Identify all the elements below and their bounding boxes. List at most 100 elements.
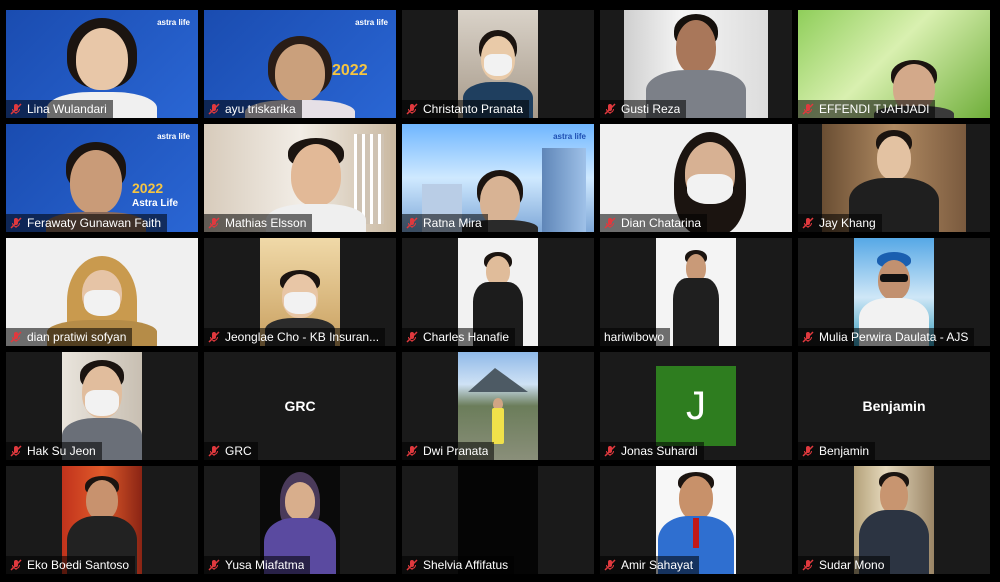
name-label: Mathias Elsson — [204, 214, 313, 232]
name-label: Jeonglae Cho - KB Insuran... — [204, 328, 386, 346]
name-label: Sudar Mono — [798, 556, 891, 574]
participant-tile[interactable]: Jay Khang — [798, 124, 990, 232]
participant-tile[interactable]: GRC GRC — [204, 352, 396, 460]
participant-tile[interactable]: J Jonas Suhardi — [600, 352, 792, 460]
mic-muted-icon — [604, 559, 616, 571]
participant-name: Eko Boedi Santoso — [27, 558, 130, 572]
participant-name: Amir Sahayat — [621, 558, 694, 572]
participant-name: Sudar Mono — [819, 558, 885, 572]
mic-muted-icon — [10, 217, 22, 229]
name-label: Jonas Suhardi — [600, 442, 704, 460]
name-label: Amir Sahayat — [600, 556, 700, 574]
participant-name: Jonas Suhardi — [621, 444, 698, 458]
mic-muted-icon — [406, 217, 418, 229]
mic-muted-icon — [208, 331, 220, 343]
mic-muted-icon — [802, 331, 814, 343]
mic-muted-icon — [208, 217, 220, 229]
name-label: hariwibowo — [600, 328, 671, 346]
name-label: Jay Khang — [798, 214, 882, 232]
participant-name: Dian Chatarina — [621, 216, 702, 230]
participant-name: Mathias Elsson — [225, 216, 307, 230]
name-label: Ferawaty Gunawan Faith — [6, 214, 168, 232]
participant-name: dian pratiwi sofyan — [27, 330, 127, 344]
name-label: GRC — [204, 442, 258, 460]
participant-name: Hak Su Jeon — [27, 444, 96, 458]
mic-muted-icon — [10, 559, 22, 571]
mic-muted-icon — [208, 103, 220, 115]
participant-name: Shelvia Affifatus — [423, 558, 509, 572]
participant-tile[interactable]: Sudar Mono — [798, 466, 990, 574]
name-label: Shelvia Affifatus — [402, 556, 515, 574]
astra-logo: astra life — [553, 132, 586, 141]
participant-tile[interactable]: Mathias Elsson — [204, 124, 396, 232]
participant-tile[interactable]: astra life 2022 Astra Life Ferawaty Guna… — [6, 124, 198, 232]
participant-name: EFFENDI TJAHJADI — [819, 102, 930, 116]
name-label: Christanto Pranata — [402, 100, 530, 118]
participant-name: Jay Khang — [819, 216, 876, 230]
participant-name: Jeonglae Cho - KB Insuran... — [225, 330, 380, 344]
participant-name: Benjamin — [819, 444, 870, 458]
participant-tile[interactable]: Eko Boedi Santoso — [6, 466, 198, 574]
participant-tile[interactable]: Mulia Perwira Daulata - AJS — [798, 238, 990, 346]
participant-tile[interactable]: Yusa Miafatma — [204, 466, 396, 574]
mic-muted-icon — [406, 559, 418, 571]
participant-tile[interactable]: Christanto Pranata — [402, 10, 594, 118]
participant-tile[interactable]: Dwi Pranata — [402, 352, 594, 460]
name-label: EFFENDI TJAHJADI — [798, 100, 936, 118]
participant-tile[interactable]: Hak Su Jeon — [6, 352, 198, 460]
name-label: Benjamin — [798, 442, 876, 460]
gallery-grid: astra life Lina Wulandari astra life 202… — [6, 10, 998, 580]
participant-name: Dwi Pranata — [423, 444, 489, 458]
participant-tile[interactable]: astra life Lina Wulandari — [6, 10, 198, 118]
participant-tile[interactable]: astra life 2022 ayu triskarika — [204, 10, 396, 118]
participant-tile[interactable]: dian pratiwi sofyan — [6, 238, 198, 346]
participant-name: Ferawaty Gunawan Faith — [27, 216, 162, 230]
participant-tile[interactable]: Charles Hanafie — [402, 238, 594, 346]
participant-name: ayu triskarika — [225, 102, 296, 116]
mic-muted-icon — [406, 331, 418, 343]
participant-name: Charles Hanafie — [423, 330, 510, 344]
name-label: Hak Su Jeon — [6, 442, 102, 460]
name-label: Eko Boedi Santoso — [6, 556, 136, 574]
participant-name: Yusa Miafatma — [225, 558, 305, 572]
participant-tile[interactable]: Jeonglae Cho - KB Insuran... — [204, 238, 396, 346]
participant-name: Ratna Mira — [423, 216, 482, 230]
name-label: Dwi Pranata — [402, 442, 495, 460]
avatar: J — [656, 366, 736, 446]
mic-muted-icon — [802, 103, 814, 115]
name-label: Charles Hanafie — [402, 328, 516, 346]
mic-muted-icon — [604, 103, 616, 115]
name-label: Dian Chatarina — [600, 214, 708, 232]
astra-logo: astra life — [157, 18, 190, 27]
participant-tile[interactable]: Dian Chatarina — [600, 124, 792, 232]
greeting-title: Astra Life — [132, 198, 179, 209]
participant-tile[interactable]: Amir Sahayat — [600, 466, 792, 574]
mic-muted-icon — [406, 103, 418, 115]
greeting-year: 2022 — [132, 180, 164, 196]
astra-logo: astra life — [355, 18, 388, 27]
mic-muted-icon — [604, 217, 616, 229]
participant-tile[interactable]: hariwibowo — [600, 238, 792, 346]
participant-name: Lina Wulandari — [27, 102, 107, 116]
name-label: Lina Wulandari — [6, 100, 113, 118]
participant-tile[interactable]: EFFENDI TJAHJADI — [798, 10, 990, 118]
participant-name: Christanto Pranata — [423, 102, 524, 116]
greeting-year: 2022 — [332, 62, 368, 79]
participant-tile[interactable]: Shelvia Affifatus — [402, 466, 594, 574]
mic-muted-icon — [604, 445, 616, 457]
participant-tile[interactable]: astra life Ratna Mira — [402, 124, 594, 232]
mic-muted-icon — [802, 445, 814, 457]
name-label: Mulia Perwira Daulata - AJS — [798, 328, 975, 346]
name-label: Gusti Reza — [600, 100, 687, 118]
mic-muted-icon — [208, 445, 220, 457]
participant-tile[interactable]: Benjamin Benjamin — [798, 352, 990, 460]
name-label: Yusa Miafatma — [204, 556, 311, 574]
participant-tile[interactable]: Gusti Reza — [600, 10, 792, 118]
participant-name: GRC — [225, 444, 252, 458]
mic-muted-icon — [10, 445, 22, 457]
mic-muted-icon — [802, 559, 814, 571]
participant-name: Gusti Reza — [621, 102, 681, 116]
mic-muted-icon — [10, 103, 22, 115]
mic-muted-icon — [802, 217, 814, 229]
participant-name: hariwibowo — [604, 330, 665, 344]
